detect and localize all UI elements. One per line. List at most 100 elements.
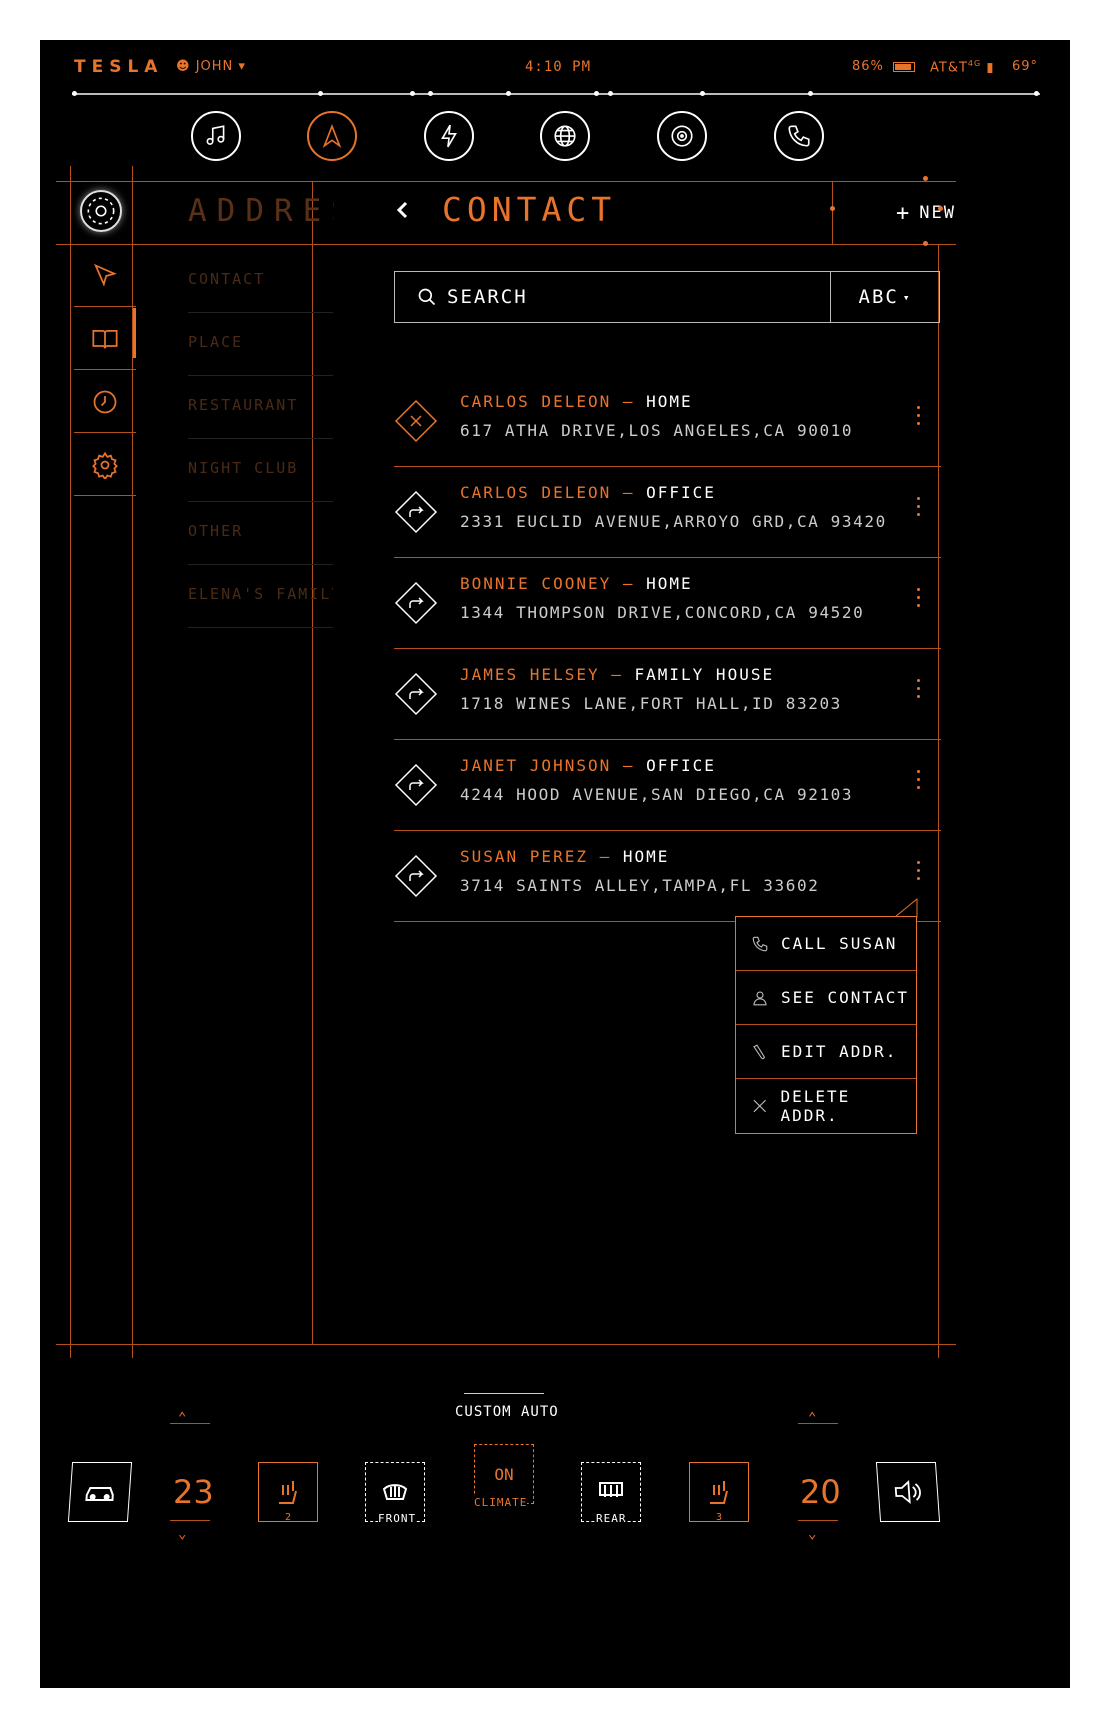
globe-icon[interactable] xyxy=(540,111,590,161)
contact-address: 3714 SAINTS ALLEY,TAMPA,FL 33602 xyxy=(460,876,820,895)
front-label: FRONT xyxy=(378,1512,417,1525)
contact-kind: HOME xyxy=(646,574,693,593)
contact-name: CARLOS DELEON xyxy=(460,392,612,411)
menu-pointer xyxy=(895,898,918,918)
tesla-screen: TESLA ☻ JOHN ▾ 4:10 PM 86% AT&T4G ▮ 69° xyxy=(40,40,1070,1688)
contact-kind: HOME xyxy=(646,392,693,411)
phone-icon[interactable] xyxy=(774,111,824,161)
more-options-icon[interactable] xyxy=(913,679,923,705)
contact-kind: HOME xyxy=(622,847,670,866)
pencil-icon xyxy=(753,1044,766,1059)
more-options-icon[interactable] xyxy=(913,497,923,523)
chevron-down-icon[interactable]: ⌄ xyxy=(808,1526,816,1542)
directions-icon[interactable] xyxy=(394,581,438,625)
menu-item-label: CALL SUSAN xyxy=(781,934,898,953)
menu-item-label: EDIT ADDR. xyxy=(781,1042,898,1061)
climate-toggle[interactable]: ON xyxy=(474,1444,534,1504)
contact-row[interactable]: SUSAN PEREZ — HOME 3714 SAINTS ALLEY,TAM… xyxy=(394,831,941,922)
user-switcher[interactable]: ☻ JOHN ▾ xyxy=(176,59,246,74)
status-bar: TESLA ☻ JOHN ▾ 4:10 PM 86% AT&T4G ▮ 69° xyxy=(40,40,1070,96)
category-elenas-family[interactable]: ELENA'S FAMILY xyxy=(188,565,333,628)
chevron-down-icon[interactable]: ⌄ xyxy=(178,1526,186,1542)
carrier-status: AT&T4G ▮ xyxy=(930,59,995,75)
see-contact-item[interactable]: SEE CONTACT xyxy=(736,971,916,1025)
user-icon: ☻ xyxy=(176,59,191,74)
seat-heater-level: 3 xyxy=(716,1512,723,1523)
contact-address: 2331 EUCLID AVENUE,ARROYO GRD,CA 93420 xyxy=(460,512,887,531)
directions-icon[interactable] xyxy=(394,672,438,716)
navigate-icon[interactable] xyxy=(74,245,136,307)
back-icon[interactable] xyxy=(392,197,412,223)
charging-icon[interactable] xyxy=(424,111,474,161)
new-contact-button[interactable]: + NEW xyxy=(872,182,980,244)
signal-icon: ▮ xyxy=(986,60,995,76)
right-seat-heater[interactable]: 3 xyxy=(689,1462,749,1523)
directions-icon[interactable] xyxy=(394,854,438,898)
more-options-icon[interactable] xyxy=(913,770,923,796)
directions-icon[interactable] xyxy=(394,490,438,534)
delete-address-item[interactable]: DELETE ADDR. xyxy=(736,1079,916,1133)
front-defrost[interactable]: FRONT xyxy=(365,1462,425,1525)
navigation-icon[interactable] xyxy=(307,111,357,161)
directions-icon[interactable] xyxy=(394,763,438,807)
book-icon[interactable] xyxy=(74,308,136,370)
contact-row[interactable]: CARLOS DELEON — OFFICE 2331 EUCLID AVENU… xyxy=(394,467,941,558)
tesla-logo: TESLA xyxy=(74,57,164,77)
contact-row[interactable]: CARLOS DELEON — HOME 617 ATHA DRIVE,LOS … xyxy=(394,376,941,467)
car-button[interactable] xyxy=(67,1462,133,1522)
category-restaurant[interactable]: RESTAURANT xyxy=(188,376,333,439)
clock-icon[interactable] xyxy=(74,371,136,433)
climate-label: CLIMATE xyxy=(474,1496,528,1509)
contact-address: 617 ATHA DRIVE,LOS ANGELES,CA 90010 xyxy=(460,421,854,440)
disc-icon[interactable] xyxy=(657,111,707,161)
more-options-icon[interactable] xyxy=(913,861,923,887)
music-icon[interactable] xyxy=(191,111,241,161)
category-contact[interactable]: CONTACT xyxy=(188,250,333,313)
category-night-club[interactable]: NIGHT CLUB xyxy=(188,439,333,502)
contact-name: CARLOS DELEON xyxy=(460,483,612,502)
category-place[interactable]: PLACE xyxy=(188,313,333,376)
home-button[interactable] xyxy=(80,190,122,232)
contact-address: 1344 THOMPSON DRIVE,CONCORD,CA 94520 xyxy=(460,603,865,622)
outside-temperature: 69° xyxy=(1012,59,1039,74)
climate-on-label: ON xyxy=(494,1464,514,1484)
search-placeholder: SEARCH xyxy=(447,286,528,308)
contact-row[interactable]: JAMES HELSEY — FAMILY HOUSE 1718 WINES L… xyxy=(394,649,941,740)
menu-item-label: SEE CONTACT xyxy=(781,988,909,1007)
close-icon xyxy=(753,1099,766,1113)
battery-level: 86% xyxy=(852,59,884,74)
contact-kind: FAMILY HOUSE xyxy=(634,665,775,684)
contact-row[interactable]: JANET JOHNSON — OFFICE 4244 HOOD AVENUE,… xyxy=(394,740,941,831)
right-temperature: 20 xyxy=(800,1473,841,1511)
clock: 4:10 PM xyxy=(525,59,592,75)
battery-status: 86% xyxy=(852,59,916,74)
frame-dot xyxy=(923,241,928,246)
settings-icon[interactable] xyxy=(74,434,136,496)
volume-button[interactable] xyxy=(875,1462,941,1522)
climate-mode[interactable]: CUSTOM AUTO xyxy=(455,1404,559,1420)
rear-label: REAR xyxy=(596,1512,627,1525)
contact-name: BONNIE COONEY xyxy=(460,574,612,593)
edit-address-item[interactable]: EDIT ADDR. xyxy=(736,1025,916,1079)
category-other[interactable]: OTHER xyxy=(188,502,333,565)
phone-icon xyxy=(752,936,768,951)
left-seat-heater[interactable]: 2 xyxy=(258,1462,318,1523)
seat-heater-level: 2 xyxy=(285,1512,292,1523)
remove-destination-icon[interactable] xyxy=(394,399,438,443)
contact-title: CARLOS DELEON — OFFICE xyxy=(460,483,716,502)
person-icon xyxy=(753,990,767,1005)
frame-dot xyxy=(830,206,835,211)
sort-dropdown[interactable]: ABC ▾ xyxy=(830,271,940,323)
battery-icon xyxy=(893,61,916,72)
search-input[interactable]: SEARCH xyxy=(394,271,830,323)
status-divider xyxy=(72,91,1040,96)
chevron-down-icon: ▾ xyxy=(902,290,912,304)
more-options-icon[interactable] xyxy=(913,406,923,432)
contact-row[interactable]: BONNIE COONEY — HOME 1344 THOMPSON DRIVE… xyxy=(394,558,941,649)
frame-line xyxy=(832,181,833,244)
more-options-icon[interactable] xyxy=(913,588,923,614)
rear-defrost[interactable]: REAR xyxy=(581,1462,641,1525)
frame-line xyxy=(798,1423,838,1424)
call-contact-item[interactable]: CALL SUSAN xyxy=(736,917,916,971)
left-temperature: 23 xyxy=(173,1473,214,1511)
